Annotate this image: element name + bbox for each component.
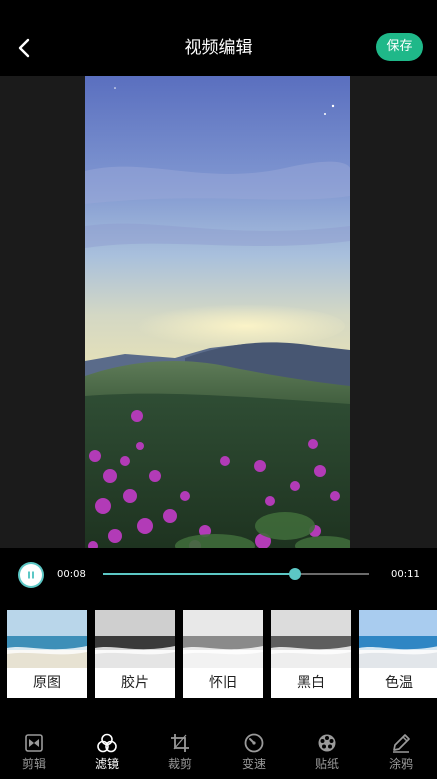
filter-label: 黑白	[297, 675, 325, 691]
bottom-toolbar: 剪辑 滤镜 裁剪 变速 贴纸 涂鸦	[0, 724, 437, 779]
tool-clip[interactable]: 剪辑	[4, 732, 64, 776]
filter-thumbnail	[359, 610, 437, 668]
pause-button[interactable]	[20, 564, 42, 586]
tool-label: 剪辑	[21, 757, 46, 771]
pause-icon	[28, 571, 34, 579]
page-title: 视频编辑	[184, 38, 253, 58]
speed-icon	[244, 733, 264, 753]
filter-item-film[interactable]: 胶片	[95, 610, 175, 698]
crop-icon	[171, 734, 189, 752]
tool-filter[interactable]: 滤镜	[77, 732, 137, 776]
filter-thumbnail	[7, 610, 87, 668]
filter-label: 色温	[385, 675, 413, 691]
save-button[interactable]: 保存	[376, 33, 423, 61]
filter-label: 怀旧	[209, 675, 237, 691]
video-frame[interactable]	[85, 76, 350, 548]
sticker-icon	[318, 734, 336, 752]
progress-thumb[interactable]	[288, 568, 301, 580]
filter-thumbnail	[271, 610, 351, 668]
current-time: 00:08	[57, 569, 86, 580]
filter-thumbnail	[183, 610, 263, 668]
playback-bar: 00:08 00:11	[0, 548, 437, 602]
total-time: 00:11	[391, 569, 420, 580]
tool-label: 贴纸	[314, 757, 339, 771]
filter-item-mono[interactable]: 黑白	[271, 610, 351, 698]
tool-label: 滤镜	[94, 757, 119, 771]
filter-label: 原图	[33, 675, 61, 691]
filter-icon	[97, 733, 117, 753]
tool-label: 裁剪	[167, 757, 192, 771]
filter-label: 胶片	[121, 675, 149, 691]
filter-item-original[interactable]: 原图	[7, 610, 87, 698]
tool-label: 涂鸦	[388, 757, 413, 771]
filter-thumbnail	[95, 610, 175, 668]
doodle-icon	[393, 734, 410, 753]
filter-item-vintage[interactable]: 怀旧	[183, 610, 263, 698]
tool-sticker[interactable]: 贴纸	[297, 732, 357, 776]
filter-item-warm[interactable]: 色温	[359, 610, 437, 698]
tool-label: 变速	[241, 757, 266, 771]
progress-fill	[103, 573, 295, 575]
clip-icon	[25, 734, 43, 752]
title-bar: 视频编辑 保存	[0, 0, 437, 76]
video-preview-area	[0, 76, 437, 548]
progress-slider[interactable]	[103, 568, 369, 580]
tool-crop[interactable]: 裁剪	[150, 732, 210, 776]
tool-doodle[interactable]: 涂鸦	[371, 732, 431, 776]
filter-list: 原图 胶片 怀旧 黑白 色温	[0, 602, 437, 712]
tool-speed[interactable]: 变速	[224, 732, 284, 776]
